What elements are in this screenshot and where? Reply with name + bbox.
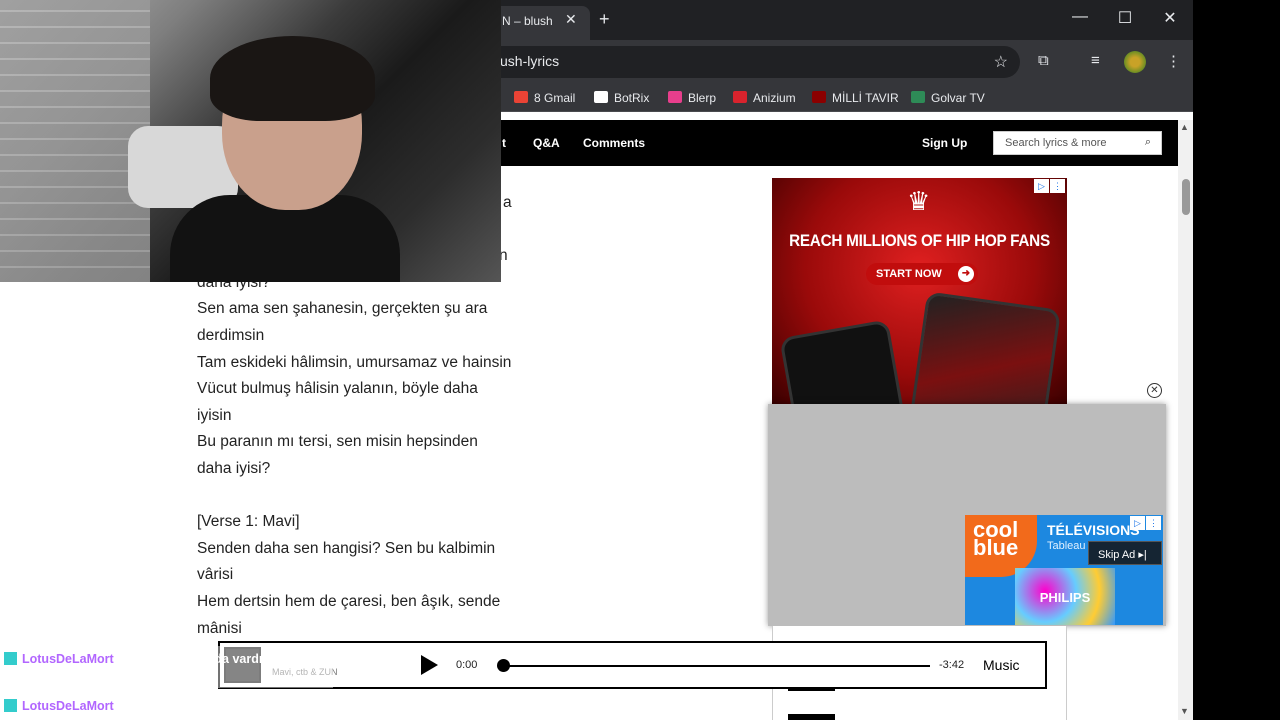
bookmark-star-icon[interactable]: ☆	[994, 52, 1008, 72]
lyric-line: Tam eskideki hâlimsin, umursamaz ve hain…	[197, 353, 512, 371]
bookmark-botrix[interactable]: BotRix	[594, 91, 649, 105]
menu-icon[interactable]: ⋮	[1166, 52, 1181, 70]
chat-badge-icon	[4, 652, 17, 665]
music-player: Mavi, ctb & ZUN 0:00 -3:42 Music	[218, 641, 1047, 689]
search-input[interactable]: Search lyrics & more ⌕	[993, 131, 1162, 155]
sign-up-button[interactable]: Sign Up	[922, 136, 967, 150]
progress-thumb[interactable]	[497, 659, 510, 672]
philips-product: PHILIPS	[1015, 568, 1115, 625]
chat-text: : 2. verse zun indi	[113, 699, 223, 713]
bookmark-gmail[interactable]: 8 Gmail	[514, 91, 575, 105]
golvar-tv-icon	[911, 91, 925, 103]
bookmark-anizium[interactable]: Anizium	[733, 91, 796, 105]
address-bar[interactable]: ush-lyrics ☆	[420, 46, 1020, 78]
nav-link-partial[interactable]: t	[502, 136, 506, 150]
chat-message: LotusDeLaMort : zun ilk şarkıda da vardı…	[4, 652, 276, 666]
phone-image	[779, 319, 907, 404]
bookmark-golvar-tv[interactable]: Golvar TV	[911, 91, 985, 105]
tab-close-icon[interactable]: ✕	[565, 11, 577, 28]
crown-icon: ♛	[907, 186, 931, 216]
extensions-icon[interactable]: ⧉	[1038, 52, 1049, 69]
hiphop-ad[interactable]: ♛ REACH MILLIONS OF HIP HOP FANS START N…	[772, 178, 1067, 404]
chat-text: : zun ilk şarkıda da vardı la	[113, 652, 277, 666]
start-now-button[interactable]: START NOW ➜	[866, 263, 978, 285]
nav-link-qa[interactable]: Q&A	[533, 136, 560, 150]
coolblue-ad[interactable]: cool blue TÉLÉVISIONS Tableau PHILIPS ▷ ⋮	[965, 515, 1163, 625]
page-scrollbar[interactable]: ▲ ▼	[1178, 120, 1193, 720]
nav-link-comments[interactable]: Comments	[583, 136, 645, 150]
adchoices-icon[interactable]: ▷	[1130, 516, 1145, 530]
chat-message-continued: zaten	[4, 674, 36, 688]
close-ad-icon[interactable]: ✕	[1147, 383, 1162, 398]
search-icon[interactable]: ⌕	[1145, 136, 1151, 149]
screen: N – blush ✕ + — ☐ ✕ ush-lyrics ☆ ⧉ ≡ ⋮ 8…	[0, 0, 1280, 720]
chat-message: LotusDeLaMort : 2. verse zun indi	[4, 699, 222, 713]
lyric-line: [Verse 1: Mavi]	[197, 513, 300, 531]
lyric-line: derdimsin	[197, 326, 265, 344]
ad2-title: TÉLÉVISIONS	[1047, 522, 1140, 538]
chat-username: LotusDeLaMort	[22, 699, 114, 713]
elapsed-time: 0:00	[456, 659, 478, 671]
botrix-icon	[594, 91, 608, 103]
sidebar-thumb[interactable]	[788, 714, 835, 720]
lyric-line: Bu paranın mı tersi, sen misin hepsinden	[197, 433, 478, 451]
phone-image	[907, 291, 1062, 404]
blerp-icon	[668, 91, 682, 103]
scroll-thumb[interactable]	[1182, 179, 1190, 215]
media-control-icon[interactable]: ≡	[1091, 52, 1100, 69]
profile-avatar[interactable]	[1124, 51, 1146, 73]
anizium-icon	[733, 91, 747, 103]
play-icon[interactable]	[421, 655, 438, 675]
progress-bar[interactable]	[502, 665, 930, 667]
apple-music-logo: Music	[983, 657, 1020, 673]
lyric-line: vârisi	[197, 566, 234, 584]
person-hair	[210, 36, 375, 121]
lyric-line: mânisi	[197, 619, 242, 637]
milli-tavir-icon	[812, 91, 826, 103]
arrow-right-icon: ➜	[958, 266, 974, 282]
bookmark-milli-tavir[interactable]: MİLLİ TAVIR	[812, 91, 899, 105]
scroll-down-icon[interactable]: ▼	[1180, 706, 1189, 716]
scroll-up-icon[interactable]: ▲	[1180, 122, 1189, 132]
remaining-time: -3:42	[939, 659, 965, 671]
tab-title: N – blush	[502, 14, 553, 28]
maximize-icon[interactable]: ☐	[1110, 8, 1140, 28]
search-placeholder: Search lyrics & more	[1005, 137, 1107, 149]
chat-username: LotusDeLaMort	[22, 652, 114, 666]
lyric-line: Vücut bulmuş hâlisin yalanın, böyle daha	[197, 380, 478, 398]
lyric-line: Senden daha sen hangisi? Sen bu kalbimin	[197, 539, 496, 557]
new-tab-icon[interactable]: +	[599, 9, 610, 30]
bookmark-blerp[interactable]: Blerp	[668, 91, 716, 105]
lyric-line: Sen ama sen şahanesin, gerçekten şu ara	[197, 300, 488, 318]
lyric-line: Hem dertsin hem de çaresi, ben âşık, sen…	[197, 592, 501, 610]
ad2-subtitle: Tableau	[1047, 540, 1086, 552]
lyric-line	[197, 483, 557, 510]
lyric-line: iyisin	[197, 406, 232, 424]
address-text: ush-lyrics	[500, 53, 560, 69]
gmail-icon	[514, 91, 528, 103]
chat-badge-icon	[4, 699, 17, 712]
lyric-line: daha iyisi?	[197, 459, 271, 477]
close-window-icon[interactable]: ✕	[1155, 8, 1185, 28]
webcam-overlay	[0, 0, 501, 282]
ad-headline: REACH MILLIONS OF HIP HOP FANS	[789, 231, 1050, 250]
ad-menu-icon[interactable]: ⋮	[1050, 179, 1065, 193]
start-now-label: START NOW	[876, 268, 942, 280]
skip-ad-button[interactable]: Skip Ad ▸|	[1088, 541, 1162, 565]
ad-menu-icon[interactable]: ⋮	[1146, 516, 1161, 530]
minimize-icon[interactable]: —	[1065, 8, 1095, 26]
adchoices-icon[interactable]: ▷	[1034, 179, 1049, 193]
